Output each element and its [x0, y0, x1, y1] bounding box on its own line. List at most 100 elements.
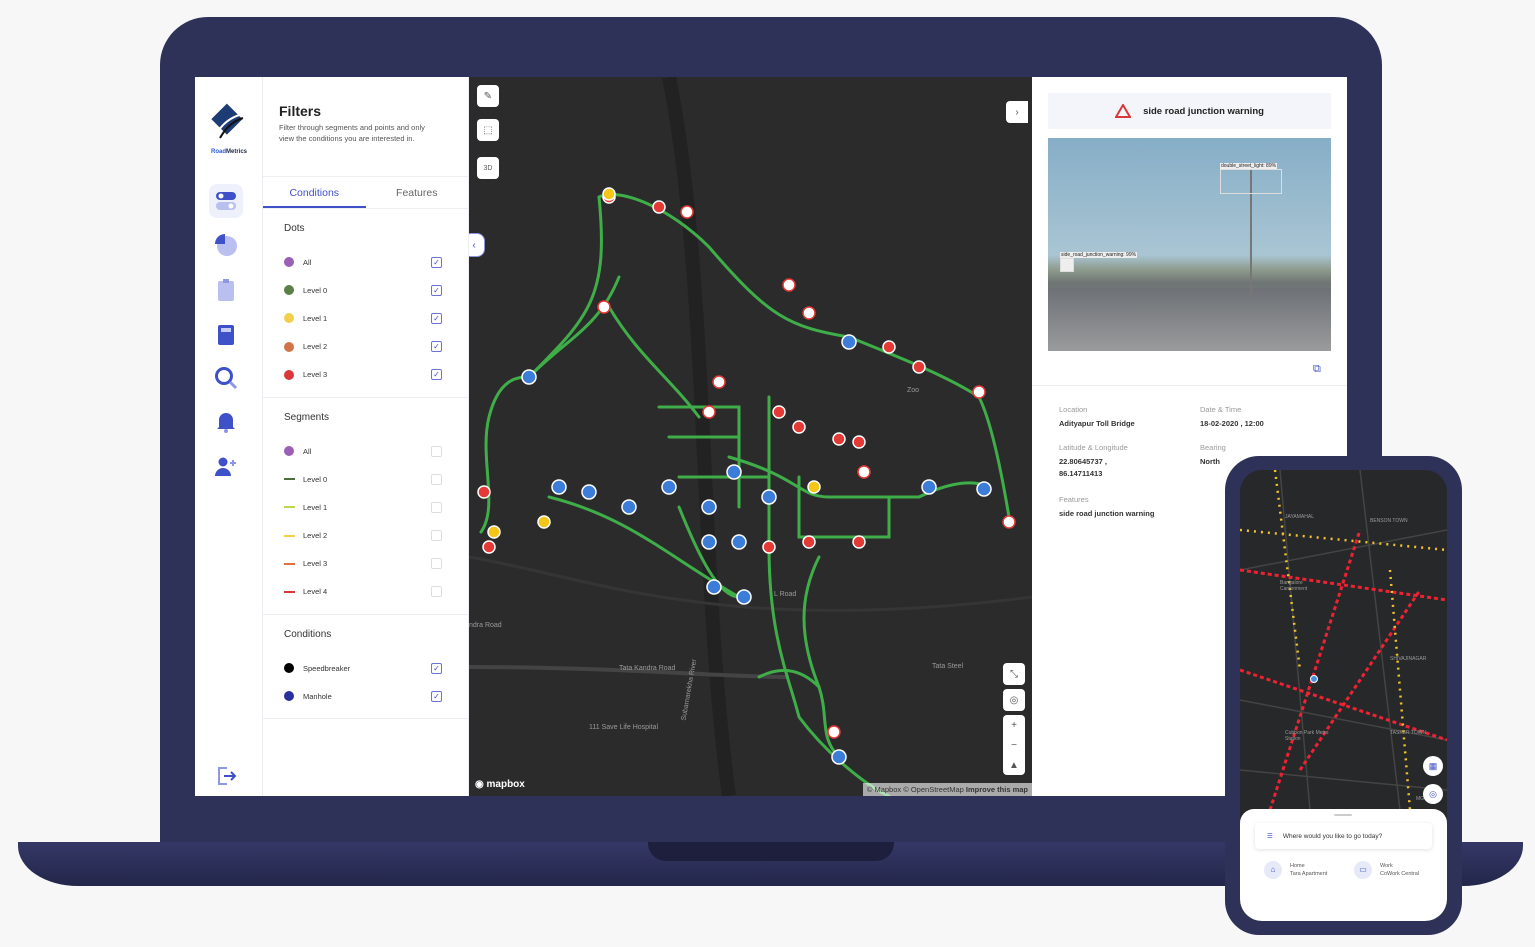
road-sign-marker[interactable]: [487, 525, 501, 539]
zoom-out-button[interactable]: −: [1011, 740, 1017, 751]
filter-checkbox[interactable]: [431, 473, 442, 485]
filter-row[interactable]: All ✓: [284, 248, 468, 276]
road-sign-marker[interactable]: [731, 534, 747, 550]
road-sign-marker[interactable]: [841, 334, 857, 350]
destination-search[interactable]: ☰ Where would you like to go today?: [1255, 823, 1432, 849]
filter-checkbox[interactable]: ✓: [431, 284, 442, 296]
road-sign-marker[interactable]: [857, 465, 871, 479]
compass-icon[interactable]: ▲: [1009, 760, 1019, 771]
filter-row[interactable]: Level 2 ✓: [284, 333, 468, 361]
road-sign-marker[interactable]: [802, 306, 816, 320]
filter-checkbox[interactable]: ✓: [431, 690, 442, 702]
road-sign-marker[interactable]: [921, 479, 937, 495]
road-sign-marker[interactable]: [782, 278, 796, 292]
place-work[interactable]: ▭ Work CoWork Central: [1354, 861, 1419, 879]
road-sign-marker[interactable]: [1002, 515, 1016, 529]
filter-row[interactable]: Level 1: [284, 493, 468, 521]
road-sign-marker[interactable]: [602, 187, 616, 201]
road-sign-marker[interactable]: [597, 300, 611, 314]
road-sign-marker[interactable]: [680, 205, 694, 219]
road-sign-marker[interactable]: [661, 479, 677, 495]
locate-button[interactable]: ◎: [1423, 784, 1443, 804]
road-sign-marker[interactable]: [976, 481, 992, 497]
zoom-in-button[interactable]: +: [1011, 720, 1017, 731]
road-sign-marker[interactable]: [807, 480, 821, 494]
road-sign-marker[interactable]: [701, 499, 717, 515]
filter-checkbox[interactable]: ✓: [431, 256, 442, 268]
filter-row[interactable]: All: [284, 437, 468, 465]
filter-checkbox[interactable]: [431, 530, 442, 542]
filter-checkbox[interactable]: [431, 445, 442, 457]
filter-row[interactable]: Manhole ✓: [284, 682, 468, 710]
filter-row[interactable]: Level 0: [284, 465, 468, 493]
locate-icon[interactable]: ◎: [1003, 689, 1025, 711]
filter-checkbox[interactable]: ✓: [431, 662, 442, 674]
filter-checkbox[interactable]: [431, 586, 442, 598]
road-sign-marker[interactable]: [761, 489, 777, 505]
filter-row[interactable]: Level 0 ✓: [284, 276, 468, 304]
road-sign-marker[interactable]: [772, 405, 786, 419]
filter-checkbox[interactable]: [431, 558, 442, 570]
road-sign-marker[interactable]: [802, 535, 816, 549]
filter-row[interactable]: Speedbreaker ✓: [284, 654, 468, 682]
expand-panel-button[interactable]: ›: [1006, 101, 1028, 123]
3d-toggle-button[interactable]: 3D: [477, 157, 499, 179]
road-sign-marker[interactable]: [652, 200, 666, 214]
road-sign-marker[interactable]: [621, 499, 637, 515]
search-icon[interactable]: [209, 361, 243, 395]
open-external-icon[interactable]: ⧉: [1313, 363, 1321, 376]
tab-conditions[interactable]: Conditions: [263, 177, 366, 208]
bell-icon[interactable]: [209, 405, 243, 439]
collapse-filters-button[interactable]: ‹: [469, 233, 485, 257]
street-view-photo[interactable]: double_street_light: 89% side_road_junct…: [1048, 138, 1331, 351]
road-sign-marker[interactable]: [762, 540, 776, 554]
road-sign-marker[interactable]: [792, 420, 806, 434]
ruler-icon[interactable]: ✎: [477, 85, 499, 107]
filter-checkbox[interactable]: ✓: [431, 369, 442, 381]
road-sign-marker[interactable]: [477, 485, 491, 499]
pie-chart-icon[interactable]: [209, 228, 243, 262]
road-sign-marker[interactable]: [831, 749, 847, 765]
road-sign-marker[interactable]: [706, 579, 722, 595]
filter-row[interactable]: Level 2: [284, 522, 468, 550]
toggle-filters-icon[interactable]: [209, 184, 243, 218]
filter-row[interactable]: Level 1 ✓: [284, 304, 468, 332]
road-sign-marker[interactable]: [521, 369, 537, 385]
logout-icon[interactable]: [209, 759, 243, 793]
filter-checkbox[interactable]: ✓: [431, 312, 442, 324]
phone-map[interactable]: [1240, 470, 1447, 810]
filter-row[interactable]: Level 3: [284, 550, 468, 578]
select-area-icon[interactable]: ⬚: [477, 119, 499, 141]
road-sign-marker[interactable]: [882, 340, 896, 354]
tab-features[interactable]: Features: [366, 177, 469, 208]
road-sign-marker[interactable]: [852, 435, 866, 449]
improve-map-link[interactable]: Improve this map: [966, 785, 1028, 794]
add-user-icon[interactable]: [209, 450, 243, 484]
road-sign-marker[interactable]: [702, 405, 716, 419]
filter-row[interactable]: Level 3 ✓: [284, 361, 468, 389]
road-sign-marker[interactable]: [482, 540, 496, 554]
road-sign-marker[interactable]: [972, 385, 986, 399]
mapbox-logo[interactable]: ◉ mapbox: [475, 779, 525, 790]
road-sign-marker[interactable]: [852, 535, 866, 549]
road-sign-marker[interactable]: [712, 375, 726, 389]
road-sign-marker[interactable]: [726, 464, 742, 480]
road-sign-marker[interactable]: [537, 515, 551, 529]
road-sign-marker[interactable]: [912, 360, 926, 374]
road-sign-marker[interactable]: [736, 589, 752, 605]
map-attribution[interactable]: © Mapbox © OpenStreetMap Improve this ma…: [862, 783, 1032, 796]
place-home[interactable]: ⌂ Home Tara Apartment: [1264, 861, 1327, 879]
road-sign-marker[interactable]: [827, 725, 841, 739]
map-layers-button[interactable]: ▦: [1423, 756, 1443, 776]
filter-row[interactable]: Level 4: [284, 578, 468, 606]
filter-checkbox[interactable]: ✓: [431, 341, 442, 353]
road-sign-marker[interactable]: [701, 534, 717, 550]
map-view[interactable]: ✎ ⬚ 3D › ‹ ⤡ ◎ + − ▲ Tata Kandra Road 111 …: [469, 77, 1032, 796]
drag-handle[interactable]: [1334, 814, 1352, 816]
road-sign-marker[interactable]: [551, 479, 567, 495]
road-sign-marker[interactable]: [581, 484, 597, 500]
filter-checkbox[interactable]: [431, 501, 442, 513]
fullscreen-exit-icon[interactable]: ⤡: [1003, 663, 1025, 685]
calculator-icon[interactable]: [209, 318, 243, 352]
clipboard-icon[interactable]: [209, 273, 243, 307]
